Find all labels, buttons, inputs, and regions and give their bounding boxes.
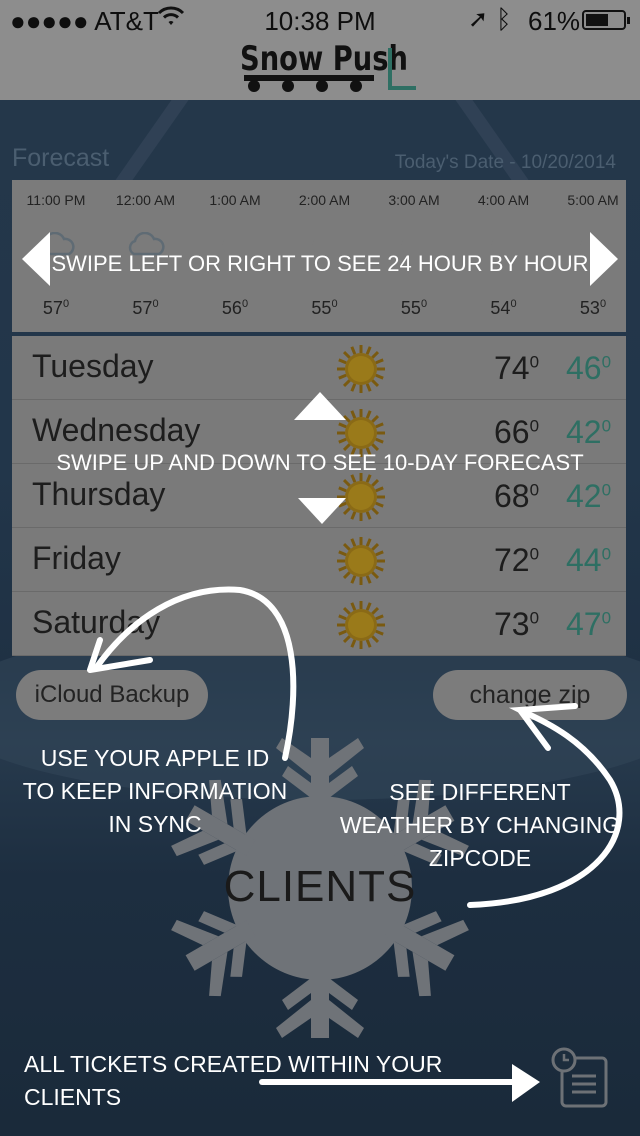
zip-hint: SEE DIFFERENT WEATHER BY CHANGING ZIPCOD… (330, 776, 630, 875)
icloud-hint-line: IN SYNC (108, 811, 202, 837)
day-name: Wednesday (32, 412, 201, 448)
day-name: Tuesday (32, 348, 154, 384)
hour-temperature: 550 (400, 298, 428, 318)
high-temperature: 730 (494, 606, 540, 642)
tickets-icon[interactable] (546, 1046, 610, 1110)
low-temperature: 420 (566, 478, 612, 514)
daily-forecast-panel[interactable]: Tuesday 740 460 Wednesday 660 420 Thursday 680 4… (12, 336, 626, 656)
hour-time: 3:00 AM (388, 192, 440, 208)
high-temperature: 740 (494, 350, 540, 386)
todays-date: Today's Date - 10/20/2014 (394, 152, 616, 173)
battery-icon (582, 10, 630, 30)
day-row: Saturday 730 470 (12, 592, 626, 656)
icloud-backup-button[interactable]: iCloud Backup (16, 670, 208, 720)
hour-temperature: 530 (579, 298, 607, 318)
hour-temperature: 540 (490, 298, 517, 318)
high-temperature: 680 (494, 478, 540, 514)
day-name: Thursday (32, 476, 166, 512)
zip-hint-line: WEATHER BY CHANGING (339, 812, 621, 838)
app-header: Snow Push (0, 39, 640, 100)
zip-hint-line: ZIPCODE (428, 845, 532, 871)
location-arrow-icon: ➚ (468, 6, 489, 33)
icloud-hint: USE YOUR APPLE ID TO KEEP INFORMATION IN… (10, 742, 300, 841)
low-temperature: 460 (566, 350, 612, 386)
snow-push-logo: Snow Push (240, 39, 416, 92)
hour-time: 2:00 AM (298, 192, 351, 208)
hour-time: 12:00 AM (115, 192, 176, 208)
hour-time: 11:00 PM (26, 192, 86, 208)
sun-icon (336, 344, 386, 394)
hour-time: 1:00 AM (209, 192, 261, 208)
sun-icon (336, 472, 386, 522)
svg-text:Snow Push: Snow Push (240, 40, 408, 79)
sun-icon (336, 600, 386, 650)
low-temperature: 470 (566, 606, 612, 642)
hour-temperature: 570 (132, 298, 159, 318)
icloud-hint-line: USE YOUR APPLE ID (40, 745, 270, 771)
low-temperature: 440 (566, 542, 612, 578)
hourly-swipe-hint: SWIPE LEFT OR RIGHT TO SEE 24 HOUR BY HO… (51, 251, 589, 276)
change-zip-button[interactable]: change zip (433, 670, 627, 720)
zip-hint-line: SEE DIFFERENT (389, 779, 571, 805)
battery-percentage: 61% (528, 6, 581, 36)
high-temperature: 720 (494, 542, 540, 578)
day-name: Saturday (32, 604, 161, 640)
bluetooth-icon: ᛒ (496, 4, 512, 34)
tickets-hint: ALL TICKETS CREATED WITHIN YOUR CLIENTS (24, 1051, 443, 1110)
day-name: Friday (32, 540, 121, 576)
sun-icon (336, 536, 386, 586)
daily-swipe-hint: SWIPE UP AND DOWN TO SEE 10-DAY FORECAST (56, 450, 584, 475)
app-logo: Snow Push (240, 39, 420, 96)
day-row: Friday 720 440 (12, 528, 626, 592)
forecast-title: Forecast (12, 144, 110, 172)
hour-temperature: 560 (221, 298, 249, 318)
icloud-hint-line: TO KEEP INFORMATION (22, 778, 288, 804)
hour-temperature: 570 (42, 298, 70, 318)
hour-time: 5:00 AM (567, 192, 619, 208)
hour-temperature: 550 (311, 298, 338, 318)
status-bar: ●●●●● AT&T 10:38 PM ➚ ᛒ 61% (0, 0, 640, 40)
day-row: Tuesday 740 460 (12, 336, 626, 400)
hour-time: 4:00 AM (477, 192, 530, 208)
